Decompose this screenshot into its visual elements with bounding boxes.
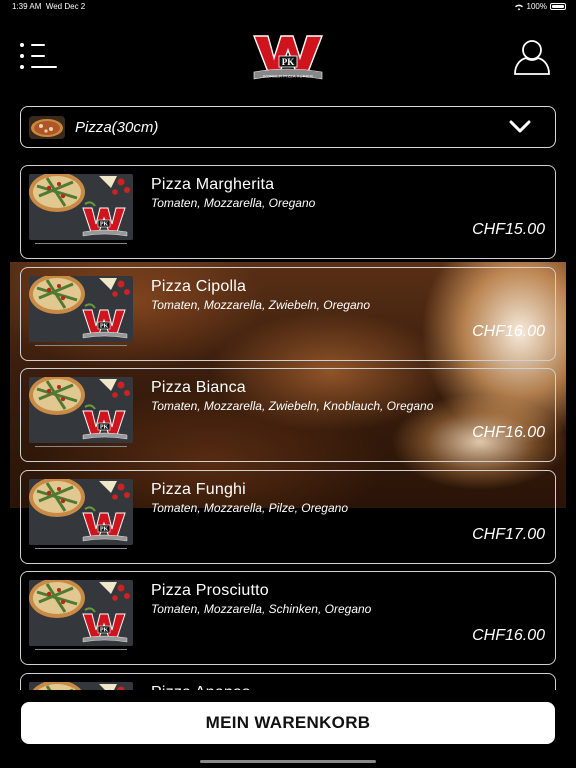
item-name: Pizza Prosciutto — [151, 582, 269, 599]
menu-item[interactable]: PK Pizza Cipolla Tomaten, Mozzarella, Zw… — [20, 266, 556, 361]
svg-text:PK: PK — [100, 222, 109, 228]
item-price: CHF17.00 — [472, 525, 545, 543]
item-price: CHF16.00 — [472, 627, 545, 644]
item-description: Tomaten, Mozzarella, Pilze, Oregano — [151, 500, 348, 515]
menu-item[interactable]: PK Pizza Bianca Tomaten, Mozzarella, Zwi… — [20, 368, 556, 462]
pizza-image: PK — [29, 681, 133, 690]
menu-item[interactable]: PK Pizza Funghi Tomaten, Mozzarella, Pil… — [20, 469, 556, 564]
item-name: Pizza Bianca — [151, 379, 246, 396]
status-bar: 1:39 AM Wed Dec 2 100% — [0, 0, 576, 12]
item-price: CHF15.00 — [472, 221, 545, 238]
home-indicator — [200, 760, 376, 763]
svg-text:PK: PK — [282, 57, 295, 67]
menu-item-list[interactable]: PK Pizza Margherita Tomaten, Mozzarella,… — [20, 165, 556, 690]
category-label: Pizza(30cm) — [75, 119, 159, 136]
battery-percent: 100% — [526, 2, 547, 11]
item-description: Tomaten, Mozzarella, Schinken, Oregano — [151, 602, 372, 616]
item-price: CHF16.00 — [472, 322, 545, 340]
menu-item[interactable]: PK Pizza Prosciutto Tomaten, Mozzarella,… — [20, 571, 556, 665]
image-underline — [35, 649, 127, 650]
menu-list-icon[interactable] — [20, 42, 58, 72]
pizza-image: PK — [29, 478, 133, 545]
pizza-image: PK — [29, 275, 133, 342]
item-name: Pizza Funghi — [151, 480, 246, 498]
svg-text:PK: PK — [100, 425, 109, 431]
item-name: Pizza Ananas — [151, 684, 250, 691]
menu-item[interactable]: PK Pizza Margherita Tomaten, Mozzarella,… — [20, 165, 556, 259]
item-description: Tomaten, Mozzarella, Zwiebeln, Oregano — [151, 297, 370, 312]
svg-text:PK: PK — [100, 323, 109, 329]
image-underline — [35, 446, 127, 447]
battery-icon — [550, 3, 566, 10]
item-name: Pizza Cipolla — [151, 277, 247, 295]
cart-button[interactable]: MEIN WARENKORB — [21, 702, 555, 744]
status-right: 100% — [514, 2, 566, 11]
pizza-image: PK — [29, 377, 133, 443]
wifi-icon — [514, 4, 523, 10]
image-underline — [35, 243, 127, 244]
chevron-down-icon — [509, 120, 531, 133]
category-thumbnail — [29, 116, 65, 139]
brand-logo: PK WORBER PIZZA KURIER — [252, 32, 324, 82]
image-underline — [35, 547, 127, 549]
user-icon[interactable] — [512, 38, 552, 76]
svg-text:PK: PK — [100, 526, 109, 532]
svg-text:WORBER PIZZA KURIER: WORBER PIZZA KURIER — [263, 74, 313, 79]
status-time: 1:39 AM Wed Dec 2 — [12, 2, 86, 11]
item-name: Pizza Margherita — [151, 176, 275, 193]
menu-item[interactable]: PK Pizza Ananas — [20, 672, 556, 691]
pizza-image: PK — [29, 174, 133, 240]
svg-text:PK: PK — [100, 628, 109, 634]
item-description: Tomaten, Mozzarella, Oregano — [151, 196, 316, 210]
item-description: Tomaten, Mozzarella, Zwiebeln, Knoblauch… — [151, 399, 434, 413]
category-dropdown[interactable]: Pizza(30cm) — [20, 106, 556, 148]
pizza-image: PK — [29, 580, 133, 646]
image-underline — [35, 344, 127, 346]
item-price: CHF16.00 — [472, 424, 545, 441]
